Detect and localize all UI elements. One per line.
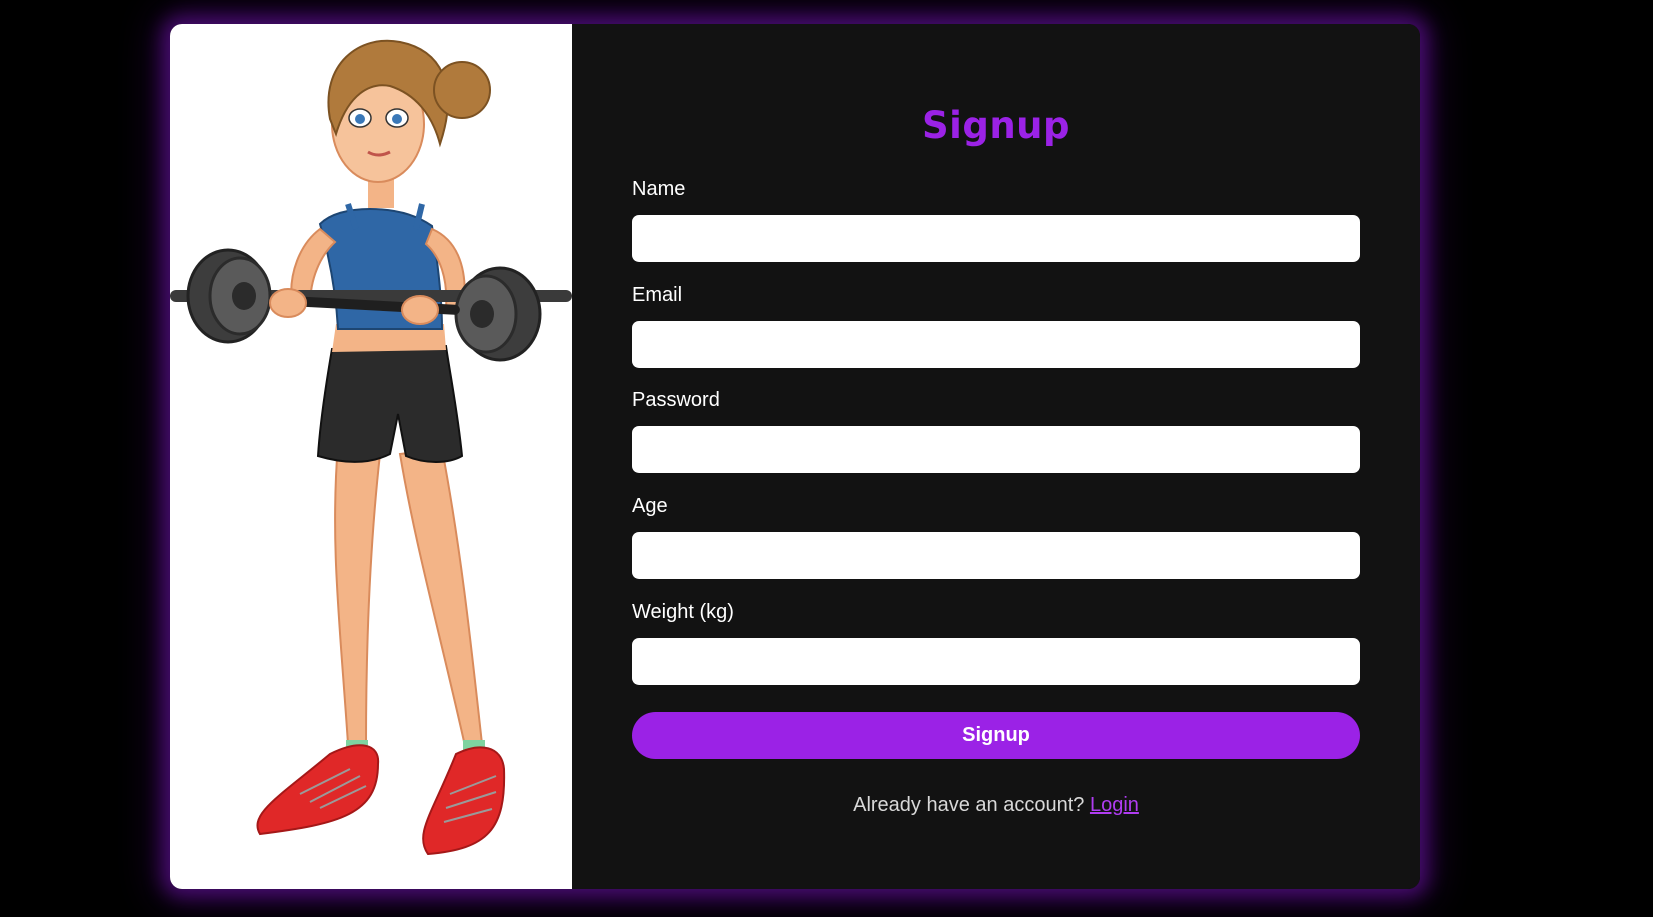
signup-form-panel: Signup Name Email Password Age Weight (k…: [572, 24, 1420, 889]
name-label: Name: [632, 178, 686, 200]
password-label: Password: [632, 389, 720, 411]
email-label: Email: [632, 284, 683, 306]
weight-input[interactable]: [632, 638, 1360, 685]
signup-card: Signup Name Email Password Age Weight (k…: [170, 24, 1420, 889]
illustration-panel: [170, 24, 572, 889]
form-title: Signup: [922, 104, 1070, 147]
login-prompt: Already have an account? Login: [572, 794, 1420, 817]
signup-button[interactable]: Signup: [632, 712, 1360, 759]
login-prompt-text: Already have an account?: [853, 794, 1085, 816]
woman-lifting-barbell-illustration: [170, 39, 572, 856]
email-input[interactable]: [632, 321, 1360, 368]
weight-label: Weight (kg): [632, 601, 734, 623]
age-input[interactable]: [632, 532, 1360, 579]
password-input[interactable]: [632, 426, 1360, 473]
age-label: Age: [632, 495, 668, 517]
login-link[interactable]: Login: [1090, 794, 1139, 816]
name-input[interactable]: [632, 215, 1360, 262]
